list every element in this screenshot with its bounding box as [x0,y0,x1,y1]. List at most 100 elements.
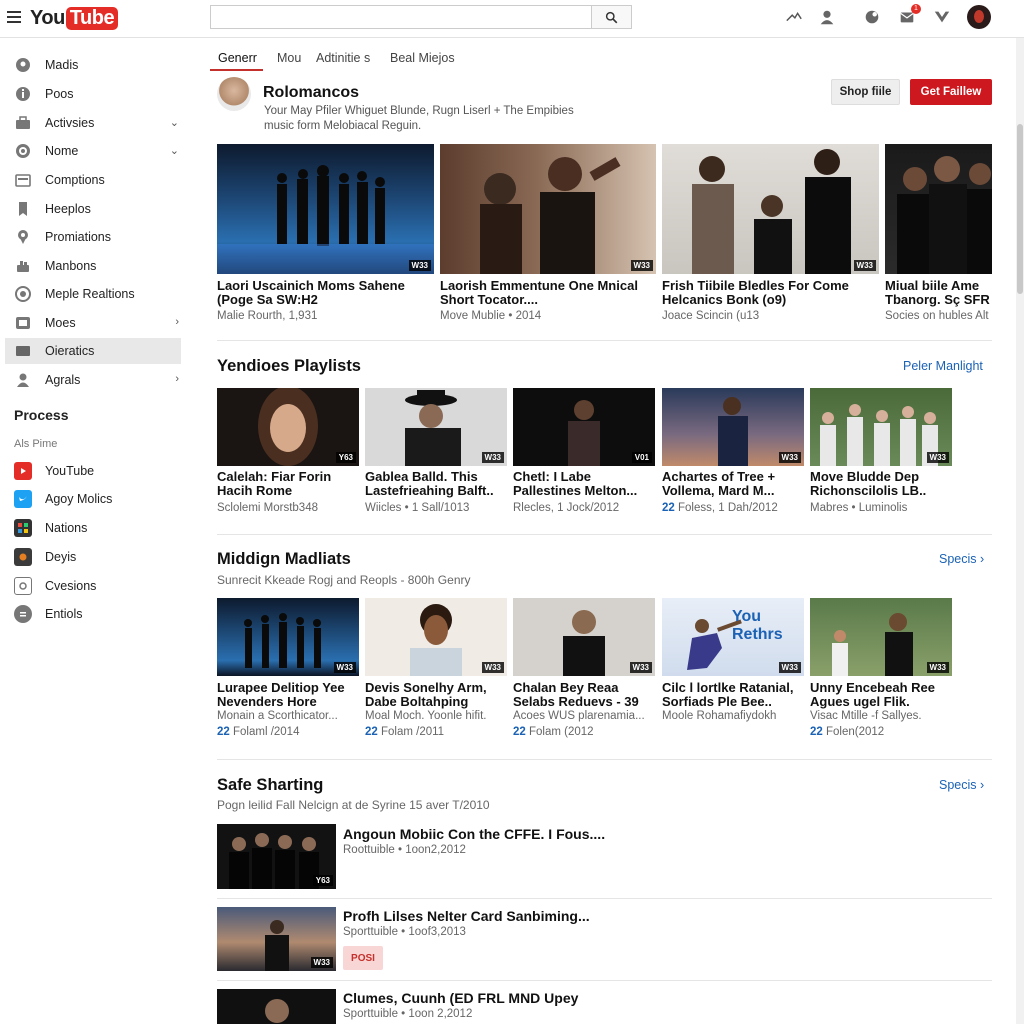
sidebar-item-poos[interactable]: Poos [5,81,181,107]
channel-name[interactable]: Rolomancos [263,84,359,102]
playlist-title[interactable]: Achartes of Tree + Vollema, Mard M... [662,470,804,499]
user-avatar[interactable] [967,5,991,29]
playlist-thumbnail[interactable]: W33 [810,388,952,466]
playlist-thumbnail[interactable]: W33 [365,388,507,466]
playlist-thumbnail[interactable]: Y63 [217,388,359,466]
video-subtitle: Moole Rohamafiydokh [662,710,777,722]
section-link[interactable]: Peler Manlight [903,359,983,373]
channel-description-line: music form Melobiacal Reguin. [264,120,422,132]
chevron-down-icon[interactable]: ⌄ [170,144,179,157]
video-subtitle: Visac Mtille -f Sallyes. [810,710,922,722]
video-thumbnail[interactable] [885,144,992,274]
chevron-right-icon[interactable]: › [175,316,179,328]
video-title[interactable]: Laori Uscainich Moms Sahene (Poge Sa SW:… [217,279,434,308]
menu-icon[interactable] [7,11,21,23]
section-title[interactable]: Safe Sharting [217,776,323,795]
video-thumbnail[interactable]: W33 [217,907,336,971]
tab-adtinities[interactable]: Adtinitie s [316,51,370,65]
list-divider [217,898,992,899]
video-title[interactable]: Cilc l lortlke Ratanial, Sorfiads Ple Be… [662,681,804,710]
sidebar-sub-item-nations[interactable]: Nations [14,517,87,539]
playlist-thumbnail[interactable]: W33 [662,388,804,466]
sidebar-item-manbons[interactable]: Manbons [5,253,181,279]
playlist-title[interactable]: Calelah: Fiar Forin Hacih Rome [217,470,359,499]
video-duration: W33 [333,662,356,673]
sidebar-item-meple-realtions[interactable]: Meple Realtions [5,281,181,307]
video-thumbnail[interactable]: Y63 [217,824,336,889]
video-thumbnail[interactable]: You Rethrs W33 [662,598,804,676]
section-subtitle: Pogn leilid Fall Nelcign at de Syrine 15… [217,798,490,812]
chevron-down-icon[interactable]: ⌄ [170,116,179,129]
sidebar-item-nome[interactable]: Nome ⌄ [5,138,181,164]
section-link[interactable]: Specis › [939,778,984,792]
follow-button[interactable]: Get Faillew [910,79,992,105]
chevron-right-icon[interactable]: › [175,373,179,385]
video-thumbnail[interactable]: W33 [365,598,507,676]
playlist-title[interactable]: Gablea Balld. This Lastefrieahing Balft.… [365,470,507,499]
list-video-title[interactable]: Profh Lilses Nelter Card Sanbiming... [343,908,590,924]
notifications-icon[interactable]: 1 [897,4,921,27]
sidebar-item-label: Agrals [45,373,81,387]
scrollbar[interactable] [1016,38,1024,1024]
sidebar: Madis Poos Activsies ⌄ Nome ⌄ Comptions … [0,38,196,1024]
sidebar-section-heading: Process [14,407,69,423]
video-thumbnail[interactable]: W33 [513,598,655,676]
section-title[interactable]: Middign Madliats [217,550,351,569]
search-input[interactable] [210,5,592,29]
video-meta-text: Folen(2012 [826,726,885,738]
video-title[interactable]: Lurapee Delitiop Yee Nevenders Hore [217,681,359,710]
sidebar-item-heeplos[interactable]: Heeplos [5,196,181,222]
playlist-title[interactable]: Chetl: I Labe Pallestines Melton... [513,470,655,499]
section-link[interactable]: Specis › [939,552,984,566]
video-title[interactable]: Devis Sonelhy Arm, Dabe Boltahping [365,681,507,710]
sidebar-item-moes[interactable]: Moes › [5,310,181,336]
scrollbar-thumb[interactable] [1017,124,1023,294]
video-title[interactable]: Laorish Emmentune One Mnical Short Tocat… [440,279,656,308]
video-thumbnail[interactable]: W33 [217,598,359,676]
video-thumbnail[interactable]: W33 [217,144,434,274]
video-title[interactable]: Chalan Bey Reaa Selabs Reduevs - 39 [513,681,655,710]
video-meta: 22 Folam /2011 [365,726,507,738]
channel-avatar[interactable] [217,77,251,111]
sidebar-sub-item-label: Cvesions [45,579,97,593]
apps-icon[interactable] [862,7,882,27]
playlist-thumbnail[interactable]: V01 [513,388,655,466]
video-meta-count: 22 [365,726,378,738]
sidebar-item-comptions[interactable]: Comptions [5,167,181,193]
video-thumbnail[interactable]: W33 [810,598,952,676]
tab-beal-miejos[interactable]: Beal Miejos [390,51,455,65]
logo-tube-text: Tube [65,6,119,30]
video-title[interactable]: Miual biile Ame Tbanorg. Sç SFR [885,279,992,308]
sidebar-item-promiations[interactable]: Promiations [5,224,181,250]
sidebar-sub-item-youtube[interactable]: YouTube [14,460,94,482]
sidebar-item-madis[interactable]: Madis [5,52,181,78]
sidebar-sub-item-entiols[interactable]: Entiols [14,603,83,625]
twitter-icon[interactable] [932,7,952,27]
video-thumbnail[interactable]: W33 [440,144,656,274]
video-thumbnail[interactable] [217,989,336,1024]
sidebar-item-oieratics[interactable]: Oieratics [5,338,181,364]
video-thumbnail[interactable]: W33 [662,144,879,274]
youtube-logo[interactable]: You Tube [30,5,119,31]
video-title[interactable]: Unny Encebeah Ree Agues ugel Flik. [810,681,952,710]
section-title[interactable]: Yendioes Playlists [217,357,361,376]
sidebar-sub-item-cvesions[interactable]: Cvesions [14,575,96,597]
sidebar-item-activsies[interactable]: Activsies ⌄ [5,110,181,136]
list-video-title[interactable]: Angoun Mobiic Con the CFFE. I Fous.... [343,826,605,842]
tab-mou[interactable]: Mou [277,51,301,65]
video-duration: W33 [926,662,949,673]
shop-button[interactable]: Shop fiile [831,79,900,105]
list-divider [217,980,992,981]
list-video-title[interactable]: Clumes, Cuunh (ED FRL MND Upey [343,990,578,1006]
account-icon[interactable] [817,7,837,27]
sidebar-sub-item-agoy-molics[interactable]: Agoy Molics [14,488,112,510]
search-button[interactable] [591,5,632,29]
playlist-title[interactable]: Move Bludde Dep Richonscilolis LB.. [810,470,952,499]
playlist-meta: 22 Foless, 1 Dah/2012 [662,502,804,514]
upload-icon[interactable] [784,7,804,27]
video-title[interactable]: Frish Tiibile Bledles For Come Helcanics… [662,279,879,308]
tab-generr[interactable]: Generr [218,51,257,65]
sidebar-sub-item-deyis[interactable]: Deyis [14,546,76,568]
sidebar-item-agrals[interactable]: Agrals › [5,367,181,393]
sidebar-sub-item-label: YouTube [45,464,95,478]
